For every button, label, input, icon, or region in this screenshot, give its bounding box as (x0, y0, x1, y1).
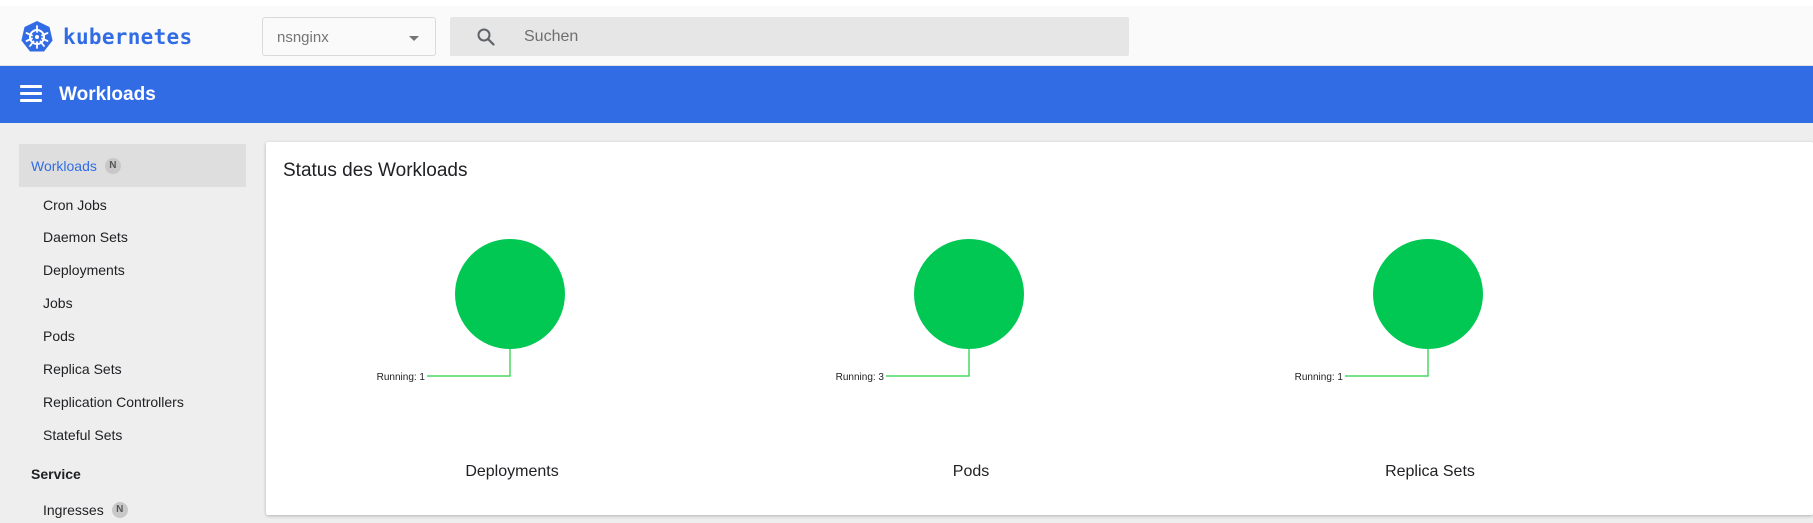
sidebar-item-ingresses[interactable]: Ingresses N (43, 502, 128, 518)
pie-slice-label: Running: 1 (1295, 372, 1344, 383)
sidebar-item-daemon-sets[interactable]: Daemon Sets (43, 229, 128, 245)
namespaced-badge: N (104, 157, 121, 174)
sidebar-item-stateful-sets[interactable]: Stateful Sets (43, 427, 122, 443)
chart-title-deployments: Deployments (465, 463, 559, 480)
chart-title-replica-sets: Replica Sets (1385, 463, 1475, 480)
brand-name: kubernetes (63, 25, 193, 49)
sidebar-item-replication-controllers[interactable]: Replication Controllers (43, 394, 184, 410)
menu-icon[interactable] (20, 85, 42, 103)
sidebar-item-label: Workloads (31, 157, 97, 174)
kubernetes-helm-icon (21, 21, 53, 52)
workload-status-card: Status des Workloads Running: 1 Running: … (266, 142, 1813, 515)
sidebar-item-label: Ingresses (43, 502, 104, 518)
sidebar-item-jobs[interactable]: Jobs (43, 295, 73, 311)
namespace-select[interactable]: nsnginx (262, 17, 436, 56)
caret-down-icon (409, 36, 419, 41)
sidebar-item-deployments[interactable]: Deployments (43, 262, 125, 278)
sidebar-section-service: Service (31, 466, 81, 482)
search-input[interactable] (524, 17, 1114, 56)
top-bar: kubernetes nsnginx (0, 0, 1813, 66)
sidebar-item-pods[interactable]: Pods (43, 328, 75, 344)
pie-slice-label: Running: 3 (836, 372, 885, 383)
page-title: Workloads (59, 84, 156, 105)
sidebar-item-replica-sets[interactable]: Replica Sets (43, 361, 122, 377)
pie-slice-running[interactable] (455, 239, 565, 349)
workload-status-charts: Running: 1 Running: 3 Running: 1 (377, 239, 1483, 383)
search-icon (477, 28, 495, 46)
search-bar (450, 17, 1129, 56)
pie-slice-running[interactable] (1373, 239, 1483, 349)
slice-leader-line (886, 349, 970, 377)
sidebar: Workloads N Cron Jobs Daemon Sets Deploy… (0, 123, 250, 523)
page-toolbar: Workloads (0, 66, 1813, 123)
namespace-value: nsnginx (277, 29, 329, 46)
sidebar-item-cron-jobs[interactable]: Cron Jobs (43, 197, 107, 213)
namespaced-badge: N (111, 502, 128, 518)
slice-leader-line (1345, 349, 1429, 377)
pie-slice-running[interactable] (914, 239, 1024, 349)
chart-title-pods: Pods (952, 463, 990, 480)
sidebar-item-workloads[interactable]: Workloads N (19, 144, 246, 187)
slice-leader-line (427, 349, 511, 377)
pie-slice-label: Running: 1 (377, 372, 426, 383)
brand-logo[interactable]: kubernetes (20, 20, 192, 54)
